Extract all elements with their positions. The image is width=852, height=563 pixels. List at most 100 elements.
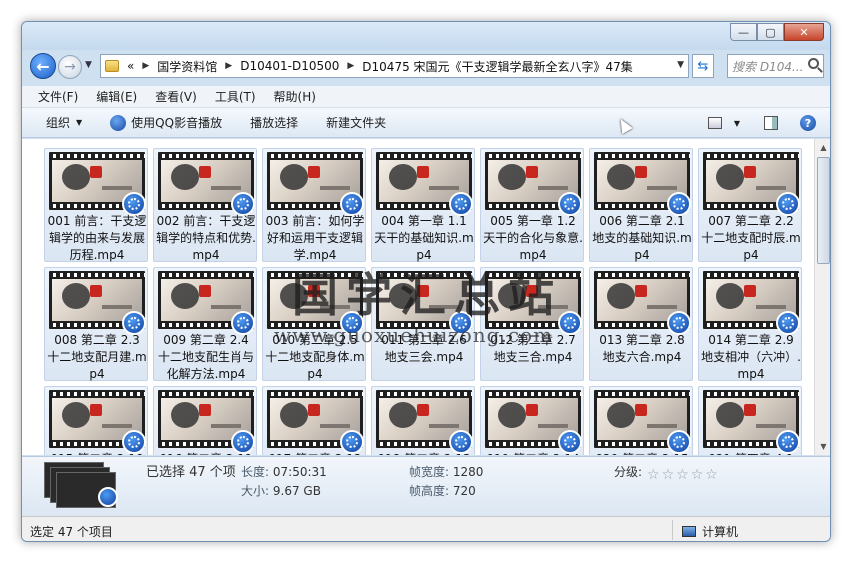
thumbnail-art <box>62 283 90 309</box>
thumbnail-art <box>280 402 308 428</box>
file-tile[interactable]: 005 第一章 1.2 天干的合化与象意.mp4 <box>480 148 584 262</box>
vertical-scrollbar[interactable]: ▲ ▼ <box>814 139 830 455</box>
rating-label: 分级: <box>614 465 643 479</box>
play-selection-button[interactable]: 播放选择 <box>250 114 298 131</box>
chevron-down-icon[interactable]: ▼ <box>734 119 740 128</box>
refresh-button[interactable]: ⇆ <box>692 54 714 78</box>
star-icon[interactable]: ☆ <box>662 467 675 483</box>
file-tile[interactable]: 015 第二章 2.10 <box>44 386 148 455</box>
file-tile[interactable]: 009 第二章 2.4 十二地支配生肖与化解方法.mp4 <box>153 267 257 381</box>
organize-label: 组织 <box>46 116 71 130</box>
back-button[interactable]: ← <box>30 53 56 79</box>
breadcrumb-item[interactable]: 国学资料馆 <box>157 58 217 75</box>
thumbnail-art <box>417 166 429 178</box>
thumbnail-art <box>320 424 350 428</box>
star-icon[interactable]: ☆ <box>691 467 704 483</box>
scroll-up-icon[interactable]: ▲ <box>816 140 830 155</box>
file-list-view[interactable]: 001 前言：干支逻辑学的由来与发展历程.mp4 002 前言：干支逻辑学的特点和… <box>22 139 814 455</box>
file-tile[interactable]: 018 第二章 2.13 <box>371 386 475 455</box>
star-icon[interactable]: ☆ <box>705 467 718 483</box>
recent-pages-dropdown[interactable]: ▼ <box>85 60 92 70</box>
file-name: 002 前言：干支逻辑学的特点和优势.mp4 <box>156 214 256 262</box>
explorer-window: — ▢ ✕ ← → ▼ « ▶ 国学资料馆 ▶ D10401-D10500 ▶ … <box>21 21 831 542</box>
star-icon[interactable]: ☆ <box>676 467 689 483</box>
file-name: 018 第二章 2.13 <box>374 451 474 455</box>
frame-width-row: 帧宽度: 1280 <box>409 463 483 480</box>
preview-pane-icon[interactable] <box>764 116 778 130</box>
new-folder-button[interactable]: 新建文件夹 <box>326 114 386 131</box>
file-tile[interactable]: 007 第二章 2.2 十二地支配时辰.mp4 <box>698 148 802 262</box>
size-value: 9.67 GB <box>272 484 321 498</box>
file-tile[interactable]: 008 第二章 2.3 十二地支配月建.mp4 <box>44 267 148 381</box>
file-tile[interactable]: 006 第二章 2.1 地支的基础知识.mp4 <box>589 148 693 262</box>
thumbnail-art <box>635 166 647 178</box>
address-bar[interactable]: « ▶ 国学资料馆 ▶ D10401-D10500 ▶ D10475 宋国元《干… <box>100 54 689 78</box>
chevron-right-icon[interactable]: ▶ <box>142 61 149 71</box>
watermark-text: 国学汇总站 <box>292 268 562 322</box>
menu-view[interactable]: 查看(V) <box>155 88 197 105</box>
file-name: 001 前言：干支逻辑学的由来与发展历程.mp4 <box>47 214 147 262</box>
selected-count: 已选择 47 个项 <box>146 465 236 480</box>
file-tile[interactable]: 002 前言：干支逻辑学的特点和优势.mp4 <box>153 148 257 262</box>
file-tile[interactable]: 020 第二章 2.15 <box>589 386 693 455</box>
scroll-down-icon[interactable]: ▼ <box>816 439 830 454</box>
minimize-button[interactable]: — <box>730 23 757 41</box>
file-tile[interactable]: 016 第二章 2.11 <box>153 386 257 455</box>
details-pane: 已选择 47 个项 长度: 07:50:31 大小: 9.67 GB 帧宽度: … <box>22 456 830 516</box>
thumbnail-art <box>308 166 320 178</box>
forward-button[interactable]: → <box>58 55 82 79</box>
menu-tools[interactable]: 工具(T) <box>215 88 256 105</box>
star-icon[interactable]: ☆ <box>647 467 660 483</box>
thumbnail-art <box>647 424 677 428</box>
play-with-qq-button[interactable]: 使用QQ影音播放 <box>110 114 222 131</box>
file-tile[interactable]: 017 第二章 2.12 <box>262 386 366 455</box>
file-tile[interactable]: 021 第四章 4.1 <box>698 386 802 455</box>
thumbnail-art <box>716 402 744 428</box>
file-tile[interactable]: 003 前言：如何学好和运用干支逻辑学.mp4 <box>262 148 366 262</box>
file-tile[interactable]: 001 前言：干支逻辑学的由来与发展历程.mp4 <box>44 148 148 262</box>
file-name: 017 第二章 2.12 <box>265 451 365 455</box>
file-tile[interactable]: 019 第二章 2.14 <box>480 386 584 455</box>
breadcrumb-item[interactable]: D10401-D10500 <box>240 59 339 73</box>
chevron-right-icon[interactable]: ▶ <box>225 61 232 71</box>
organize-button[interactable]: 组织 ▼ <box>46 114 82 131</box>
address-dropdown[interactable]: ▼ <box>677 60 684 70</box>
file-tile[interactable]: 013 第二章 2.8 地支六合.mp4 <box>589 267 693 381</box>
menu-edit[interactable]: 编辑(E) <box>96 88 137 105</box>
navigation-row: ← → ▼ « ▶ 国学资料馆 ▶ D10401-D10500 ▶ D10475… <box>22 50 830 82</box>
menu-file[interactable]: 文件(F) <box>38 88 78 105</box>
breadcrumb-item[interactable]: D10475 宋国元《干支逻辑学最新全玄八字》47集 <box>362 58 633 75</box>
frame-width-value: 1280 <box>452 465 484 479</box>
thumbnail-art <box>756 424 786 428</box>
thumbnail-art <box>417 404 429 416</box>
title-bar[interactable]: — ▢ ✕ <box>22 22 830 50</box>
change-view-icon[interactable] <box>707 117 722 129</box>
rating-stars[interactable]: ☆ ☆ ☆ ☆ ☆ <box>647 467 720 483</box>
thumbnail-art <box>538 424 568 428</box>
thumbnail-art <box>716 283 744 309</box>
breadcrumb-overflow[interactable]: « <box>127 59 134 73</box>
close-button[interactable]: ✕ <box>784 23 824 41</box>
file-name: 015 第二章 2.10 <box>47 451 147 455</box>
menu-help[interactable]: 帮助(H) <box>274 88 316 105</box>
thumbnail-art <box>102 186 132 190</box>
chevron-right-icon[interactable]: ▶ <box>347 61 354 71</box>
thumbnail-art <box>635 285 647 297</box>
thumbnail-art <box>744 404 756 416</box>
file-tile[interactable]: 004 第一章 1.1 天干的基础知识.mp4 <box>371 148 475 262</box>
search-input[interactable]: 搜索 D104... <box>727 54 824 78</box>
file-tile[interactable]: 014 第二章 2.9 地支相冲（六冲）.mp4 <box>698 267 802 381</box>
watermark-url: www.guoxuehuizong.com <box>274 323 554 347</box>
menu-bar: 文件(F) 编辑(E) 查看(V) 工具(T) 帮助(H) <box>22 86 830 108</box>
frame-height-label: 帧高度: <box>409 484 450 498</box>
status-divider <box>672 520 673 540</box>
length-value: 07:50:31 <box>272 465 327 479</box>
thumbnail-art <box>280 164 308 190</box>
length-label: 长度: <box>241 465 270 479</box>
arrow-right-icon: → <box>64 59 76 75</box>
selection-thumbnail <box>44 462 122 508</box>
search-icon[interactable] <box>808 58 819 69</box>
scroll-thumb[interactable] <box>817 157 830 264</box>
maximize-button[interactable]: ▢ <box>757 23 784 41</box>
help-icon[interactable]: ? <box>800 115 816 131</box>
